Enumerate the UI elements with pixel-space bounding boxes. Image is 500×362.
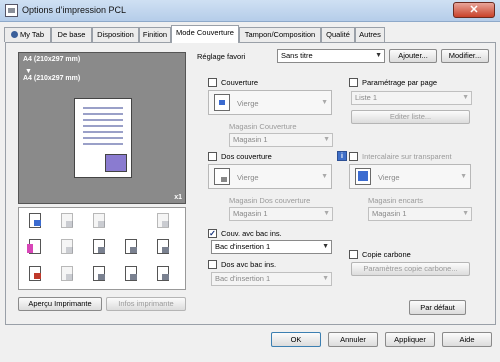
transparency-paper-value: Vierge [378,173,400,182]
edit-list-button[interactable]: Editer liste... [351,110,470,124]
watermark-icon[interactable] [121,238,141,256]
favorite-select[interactable]: Sans titre ▼ [277,49,385,63]
transparency-tray-select[interactable]: Magasin 1 ▼ [368,207,472,221]
tab-my-tab[interactable]: My Tab [4,27,51,42]
per-page-list-select[interactable]: Liste 1 ▼ [351,91,472,105]
insert-tray-cover-label: Couv. avc bac ins. [221,229,282,238]
blank-page-icon [214,168,230,185]
back-cover-label: Dos couverture [221,152,272,161]
insert-tray-cover-checkbox[interactable]: ✓ [208,229,217,238]
transparency-paper-select[interactable]: Vierge ▼ [349,164,471,189]
per-page-label: Paramétrage par page [362,78,438,87]
defaults-button[interactable]: Par défaut [409,300,466,315]
layout-icon[interactable] [89,212,109,230]
title-bar: Options d’impression PCL ✕ [0,0,500,22]
text-overlay-icon[interactable] [89,238,109,256]
copy-count: x1 [174,194,182,201]
preview-paper-size-original: A4 (210x297 mm) [23,56,81,63]
user-auth-icon[interactable] [89,265,109,283]
transparency-label: Intercalaire sur transparent [362,152,452,161]
color-page-icon[interactable] [25,238,45,256]
apply-button[interactable]: Appliquer [385,332,435,347]
help-button[interactable]: Aide [442,332,492,347]
punch-icon[interactable] [57,265,77,283]
transparency-page-icon [355,168,371,185]
per-page-checkbox[interactable] [349,78,358,87]
cover-tray-select[interactable]: Magasin 1 ▼ [229,133,333,147]
staple-icon[interactable] [57,212,77,230]
preview-paper-size-output: A4 (210x297 mm) [23,75,81,82]
cover-tray-value: Magasin 1 [233,135,268,144]
function-icon-grid [18,207,186,290]
fold-icon[interactable] [153,212,173,230]
info-icon: i [337,151,347,161]
insert-tray-back-value: Bac d'insertion 1 [215,274,271,283]
per-page-list-value: Liste 1 [355,93,378,102]
insert-tray-cover-select[interactable]: Bac d'insertion 1 ▼ [211,240,332,254]
printer-icon [5,4,18,17]
carbon-copy-label: Copie carbone [362,250,411,259]
cover-paper-select[interactable]: Vierge ▼ [208,90,332,115]
back-cover-tray-label: Magasin Dos couverture [229,196,311,205]
cancel-button[interactable]: Annuler [328,332,378,347]
cover-tray-label: Magasin Couverture [229,122,297,131]
insert-tray-back-checkbox[interactable] [208,260,217,269]
tab-de-base[interactable]: De base [51,27,92,42]
back-cover-tray-value: Magasin 1 [233,209,268,218]
chevron-down-icon: ▼ [322,275,329,282]
chevron-down-icon: ▼ [462,210,469,217]
back-cover-tray-select[interactable]: Magasin 1 ▼ [229,207,333,221]
insert-tray-back-select[interactable]: Bac d'insertion 1 ▼ [211,272,332,286]
back-cover-checkbox[interactable] [208,152,217,161]
insert-tray-cover-value: Bac d'insertion 1 [215,242,271,251]
carbon-settings-button[interactable]: Paramètres copie carbone... [351,262,470,276]
tab-mode-couverture[interactable]: Mode Couverture [171,25,239,43]
chevron-down-icon: ▼ [321,99,328,106]
tab-autres[interactable]: Autres [355,27,385,42]
back-cover-paper-select[interactable]: Vierge ▼ [208,164,332,189]
carbon-copy-checkbox[interactable] [349,250,358,259]
toner-save-icon[interactable] [25,265,45,283]
cover-checkbox[interactable] [208,78,217,87]
tab-label: My Tab [19,30,45,39]
cover-paper-value: Vierge [237,99,259,108]
chevron-down-icon: ▼ [462,94,469,101]
stamp-icon[interactable] [153,238,173,256]
chevron-down-icon: ▼ [323,136,330,143]
blank-page-icon [214,94,230,111]
favorite-label: Réglage favori [197,52,246,61]
chevron-down-icon: ▼ [375,52,382,59]
chevron-down-icon: ▼ [460,173,467,180]
modify-favorite-button[interactable]: Modifier... [441,49,489,63]
secure-print-icon[interactable] [121,265,141,283]
cover-mode-icon[interactable] [25,212,45,230]
favorite-value: Sans titre [281,51,313,60]
insert-tray-back-label: Dos avc bac ins. [221,260,277,269]
lock-icon[interactable] [153,265,173,283]
transparency-tray-label: Magasin encarts [368,196,424,205]
tab-qualite[interactable]: Qualité [321,27,355,42]
transparency-tray-value: Magasin 1 [372,209,407,218]
tab-disposition[interactable]: Disposition [92,27,139,42]
close-button[interactable]: ✕ [453,2,495,18]
printer-view-button[interactable]: Aperçu Imprimante [18,297,102,311]
window-title: Options d’impression PCL [22,5,127,15]
ok-button[interactable]: OK [271,332,321,347]
user-icon [10,31,18,38]
booklet-icon[interactable] [57,238,77,256]
arrow-down-icon: ▼ [25,68,32,75]
chevron-down-icon: ▼ [323,210,330,217]
document-preview-icon [74,98,132,178]
back-cover-paper-value: Vierge [237,173,259,182]
tab-finition[interactable]: Finition [139,27,171,42]
cover-label: Couverture [221,78,259,87]
chevron-down-icon: ▼ [321,173,328,180]
tab-tampon-composition[interactable]: Tampon/Composition [239,27,321,42]
chevron-down-icon: ▼ [322,243,329,250]
page-preview: A4 (210x297 mm) ▼ A4 (210x297 mm) x1 [18,52,186,204]
transparency-checkbox[interactable] [349,152,358,161]
cover-fold-icon [105,154,127,172]
printer-info-button[interactable]: Infos imprimante [106,297,186,311]
add-favorite-button[interactable]: Ajouter... [389,49,437,63]
